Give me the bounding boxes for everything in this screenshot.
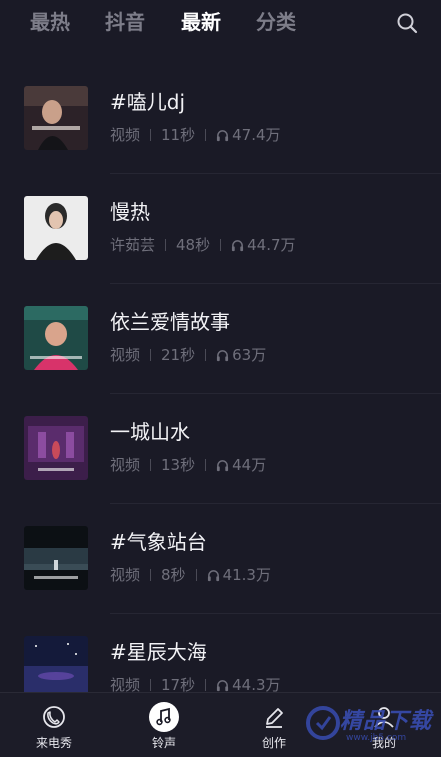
nav-call-show[interactable]: 来电秀 [14, 693, 94, 757]
cover-thumbnail [24, 636, 88, 700]
headphones-icon [217, 129, 229, 141]
item-source: 视频 [110, 126, 141, 144]
list-item[interactable]: 依兰爱情故事 视频 21秒 63万 [0, 284, 441, 394]
item-plays: 44.7万 [247, 236, 296, 254]
item-plays: 47.4万 [232, 126, 281, 144]
meta-separator [205, 679, 207, 691]
meta-separator [205, 129, 207, 141]
tab-hottest[interactable]: 最热 [30, 8, 70, 36]
item-title: #气象站台 [110, 530, 207, 554]
meta-separator [195, 569, 197, 581]
pen-icon [266, 708, 283, 728]
item-title: 依兰爱情故事 [110, 310, 230, 334]
meta-separator [165, 239, 167, 251]
item-duration: 48秒 [176, 236, 211, 254]
item-title: 一城山水 [110, 420, 190, 444]
item-meta: 视频 11秒 47.4万 [110, 124, 281, 146]
nav-create[interactable]: 创作 [234, 693, 314, 757]
item-meta: 视频 21秒 63万 [110, 344, 266, 366]
watermark-url: www.jb5.com [346, 733, 407, 743]
item-duration: 8秒 [161, 566, 186, 584]
list-item[interactable]: 一城山水 视频 13秒 44万 [0, 394, 441, 504]
nav-label: 铃声 [151, 736, 176, 750]
tab-douyin[interactable]: 抖音 [105, 8, 145, 36]
tab-category[interactable]: 分类 [256, 8, 296, 36]
cover-thumbnail [24, 306, 88, 370]
list-item[interactable]: #气象站台 视频 8秒 41.3万 [0, 504, 441, 614]
item-duration: 21秒 [161, 346, 196, 364]
meta-separator [150, 349, 152, 361]
watermark-logo: 精品下载 www.jb5.com [306, 697, 441, 757]
meta-separator [205, 459, 207, 471]
watermark-text: 精品下载 [340, 709, 433, 734]
item-plays: 63万 [232, 346, 267, 364]
item-title: 慢热 [110, 200, 150, 224]
nav-label: 来电秀 [35, 736, 72, 750]
meta-separator [150, 459, 152, 471]
item-duration: 13秒 [161, 456, 196, 474]
headphones-icon [232, 239, 244, 251]
item-meta: 视频 8秒 41.3万 [110, 564, 271, 586]
headphones-icon [217, 459, 229, 471]
search-icon[interactable] [396, 12, 418, 34]
item-source: 视频 [110, 456, 141, 474]
item-plays: 44万 [232, 456, 267, 474]
cover-thumbnail [24, 526, 88, 590]
cover-thumbnail [24, 196, 88, 260]
cover-thumbnail [24, 86, 88, 150]
item-source: 视频 [110, 566, 141, 584]
item-source: 许茹芸 [110, 236, 156, 254]
meta-separator [150, 129, 152, 141]
bottom-nav: 来电秀 铃声 创作 我的 精品下载 www.jb5.com [0, 692, 441, 757]
item-meta: 许茹芸 48秒 44.7万 [110, 234, 296, 256]
item-source: 视频 [110, 346, 141, 364]
item-duration: 11秒 [161, 126, 196, 144]
meta-separator [150, 679, 152, 691]
item-meta: 视频 13秒 44万 [110, 454, 266, 476]
list-item[interactable]: #嗑儿dj 视频 11秒 47.4万 [0, 64, 441, 174]
list-item[interactable]: 慢热 许茹芸 48秒 44.7万 [0, 174, 441, 284]
item-plays: 41.3万 [222, 566, 271, 584]
item-title: #星辰大海 [110, 640, 207, 664]
meta-separator [220, 239, 222, 251]
headphones-icon [217, 679, 229, 691]
item-title: #嗑儿dj [110, 90, 186, 114]
headphones-icon [207, 569, 219, 581]
meta-separator [150, 569, 152, 581]
music-note-icon [149, 702, 179, 732]
phone-icon [43, 706, 65, 728]
tab-newest[interactable]: 最新 [181, 8, 221, 36]
headphones-icon [217, 349, 229, 361]
top-tab-bar: 最热 抖音 最新 分类 [0, 0, 441, 48]
nav-label: 创作 [261, 736, 286, 750]
meta-separator [205, 349, 207, 361]
nav-ringtone[interactable]: 铃声 [124, 693, 204, 757]
cover-thumbnail [24, 416, 88, 480]
